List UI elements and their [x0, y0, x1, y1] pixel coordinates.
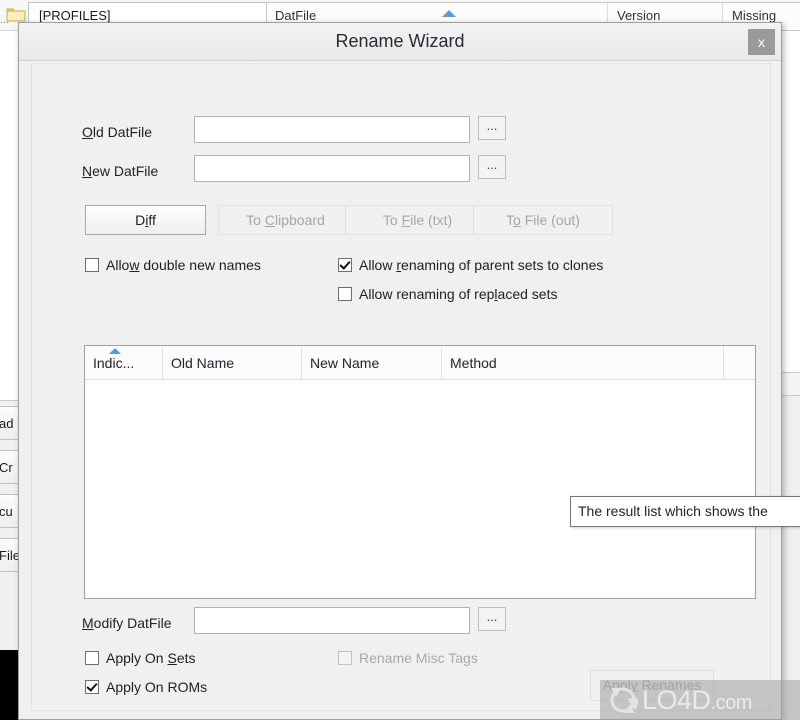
listview-body[interactable]	[85, 380, 755, 598]
to-clipboard-button[interactable]: To Clipboard	[218, 205, 353, 235]
apply-on-sets-checkbox[interactable]: Apply On Sets	[85, 650, 196, 666]
listview-column-indicator[interactable]: Indic...	[85, 346, 163, 379]
checkbox-box	[338, 651, 352, 665]
to-file-txt-button[interactable]: To File (txt)	[345, 205, 490, 235]
allow-parent-to-clones-label: Allow renaming of parent sets to clones	[359, 257, 604, 273]
checkbox-box	[338, 258, 352, 272]
modify-datfile-label: Modify DatFile	[82, 615, 172, 631]
modify-datfile-browse-button[interactable]: ...	[478, 607, 506, 631]
listview-header: Indic... Old Name New Name Method	[85, 346, 755, 380]
listview-column-indicator-label: Indic...	[93, 355, 135, 371]
watermark-text: LO4D.com	[642, 685, 752, 716]
new-datfile-input[interactable]	[194, 155, 470, 182]
background-col-datfile[interactable]: DatFile	[275, 8, 316, 23]
close-icon[interactable]: x	[748, 29, 775, 55]
checkbox-box	[85, 651, 99, 665]
new-datfile-label: New DatFile	[82, 163, 159, 179]
listview-column-method-label: Method	[450, 355, 497, 371]
background-col-missing[interactable]: Missing	[732, 8, 776, 23]
rename-wizard-dialog: Rename Wizard x Old DatFile ... New DatF…	[18, 22, 782, 720]
checkbox-box	[85, 680, 99, 694]
apply-on-roms-checkbox[interactable]: Apply On ROMs	[85, 679, 207, 695]
allow-replaced-sets-checkbox[interactable]: Allow renaming of replaced sets	[338, 286, 557, 302]
allow-double-new-names-checkbox[interactable]: Allow double new names	[85, 257, 261, 273]
listview-column-method[interactable]: Method	[442, 346, 724, 379]
result-list-tooltip: The result list which shows the	[570, 496, 800, 527]
checkbox-box	[338, 287, 352, 301]
listview-column-old-name[interactable]: Old Name	[163, 346, 302, 379]
checkbox-box	[85, 258, 99, 272]
listview-column-old-name-label: Old Name	[171, 355, 235, 371]
allow-parent-to-clones-checkbox[interactable]: Allow renaming of parent sets to clones	[338, 257, 603, 273]
old-datfile-input[interactable]	[194, 116, 470, 143]
refresh-arrows-icon	[610, 687, 638, 713]
background-col-version[interactable]: Version	[617, 8, 660, 23]
to-file-out-button[interactable]: To File (out)	[473, 205, 613, 235]
old-datfile-browse-button[interactable]: ...	[478, 116, 506, 140]
screen-root: ... [PROFILES] DatFile Version Missing a…	[0, 0, 800, 720]
modify-datfile-input[interactable]	[194, 607, 470, 634]
dialog-titlebar[interactable]: Rename Wizard x	[19, 23, 781, 61]
dialog-title: Rename Wizard	[335, 31, 465, 51]
diff-button[interactable]: Diff	[85, 205, 206, 235]
dialog-content-panel: Old DatFile ... New DatFile ... Diff To …	[31, 63, 771, 711]
listview-column-new-name-label: New Name	[310, 355, 380, 371]
allow-replaced-sets-label: Allow renaming of replaced sets	[359, 286, 558, 302]
sort-up-icon	[109, 348, 121, 354]
new-datfile-browse-button[interactable]: ...	[478, 155, 506, 179]
sort-up-icon	[442, 10, 456, 17]
rename-misc-tags-checkbox[interactable]: Rename Misc Tags	[338, 650, 478, 666]
watermark-name: LO4D	[642, 684, 711, 715]
allow-double-new-names-label: Allow double new names	[106, 257, 261, 273]
listview-column-new-name[interactable]: New Name	[302, 346, 442, 379]
apply-on-roms-label: Apply On ROMs	[106, 679, 208, 695]
listview-column-filler	[724, 346, 755, 379]
watermark: LO4D.com	[600, 680, 800, 720]
folder-icon	[6, 8, 26, 22]
rename-misc-tags-label: Rename Misc Tags	[359, 650, 478, 666]
watermark-suffix: .com	[710, 691, 753, 714]
apply-on-sets-label: Apply On Sets	[106, 650, 196, 666]
old-datfile-label: Old DatFile	[82, 124, 153, 140]
result-listview[interactable]: Indic... Old Name New Name Method	[84, 345, 756, 599]
